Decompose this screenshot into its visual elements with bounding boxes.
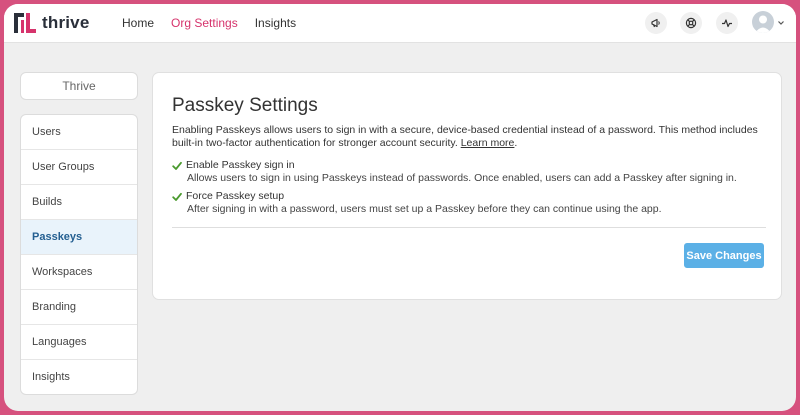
- force-passkey-help: After signing in with a password, users …: [187, 203, 662, 215]
- settings-description: Enabling Passkeys allows users to sign i…: [172, 124, 758, 149]
- sidebar-item-insights[interactable]: Insights: [21, 360, 137, 394]
- sidebar-item-builds[interactable]: Builds: [21, 185, 137, 220]
- enable-passkey-help: Allows users to sign in using Passkeys i…: [187, 172, 737, 184]
- learn-more-link[interactable]: Learn more: [461, 137, 515, 149]
- option-enable-passkey: Enable Passkey sign in Allows users to s…: [172, 159, 772, 185]
- brand-logo[interactable]: thrive: [12, 11, 90, 35]
- sidebar-item-passkeys[interactable]: Passkeys: [21, 220, 137, 255]
- sidebar-item-workspaces[interactable]: Workspaces: [21, 255, 137, 290]
- org-name-card: Thrive: [20, 72, 138, 100]
- nav-home[interactable]: Home: [122, 4, 154, 43]
- force-passkey-label[interactable]: Force Passkey setup: [186, 190, 284, 203]
- save-changes-button[interactable]: Save Changes: [684, 243, 764, 268]
- sidebar-item-branding[interactable]: Branding: [21, 290, 137, 325]
- enable-passkey-checkbox[interactable]: [172, 161, 182, 171]
- sidebar-item-languages[interactable]: Languages: [21, 325, 137, 360]
- announcements-button[interactable]: [645, 12, 667, 34]
- nav-insights[interactable]: Insights: [255, 4, 296, 43]
- settings-sidebar: Users User Groups Builds Passkeys Worksp…: [20, 114, 138, 395]
- nav-org-settings[interactable]: Org Settings: [171, 4, 238, 43]
- option-force-passkey: Force Passkey setup After signing in wit…: [172, 190, 772, 216]
- activity-button[interactable]: [716, 12, 738, 34]
- app-window: thrive Home Org Settings Insights Thrive…: [4, 4, 796, 411]
- thrive-logo-icon: [14, 13, 36, 33]
- activity-icon: [722, 19, 732, 28]
- enable-passkey-label[interactable]: Enable Passkey sign in: [186, 159, 295, 172]
- sidebar-item-users[interactable]: Users: [21, 115, 137, 150]
- user-avatar-icon: [755, 15, 771, 33]
- sidebar-item-user-groups[interactable]: User Groups: [21, 150, 137, 185]
- avatar[interactable]: [752, 11, 774, 33]
- megaphone-icon: [651, 18, 660, 28]
- page-title: Passkey Settings: [172, 95, 318, 116]
- top-bar: thrive Home Org Settings Insights: [4, 4, 796, 43]
- chevron-down-icon[interactable]: [777, 19, 785, 27]
- main-nav: Home Org Settings Insights: [122, 4, 313, 43]
- force-passkey-checkbox[interactable]: [172, 192, 182, 202]
- support-icon: [685, 17, 697, 29]
- support-button[interactable]: [680, 12, 702, 34]
- brand-name: thrive: [42, 13, 90, 32]
- passkey-settings-panel: Passkey Settings Enabling Passkeys allow…: [152, 72, 782, 300]
- divider: [172, 227, 766, 228]
